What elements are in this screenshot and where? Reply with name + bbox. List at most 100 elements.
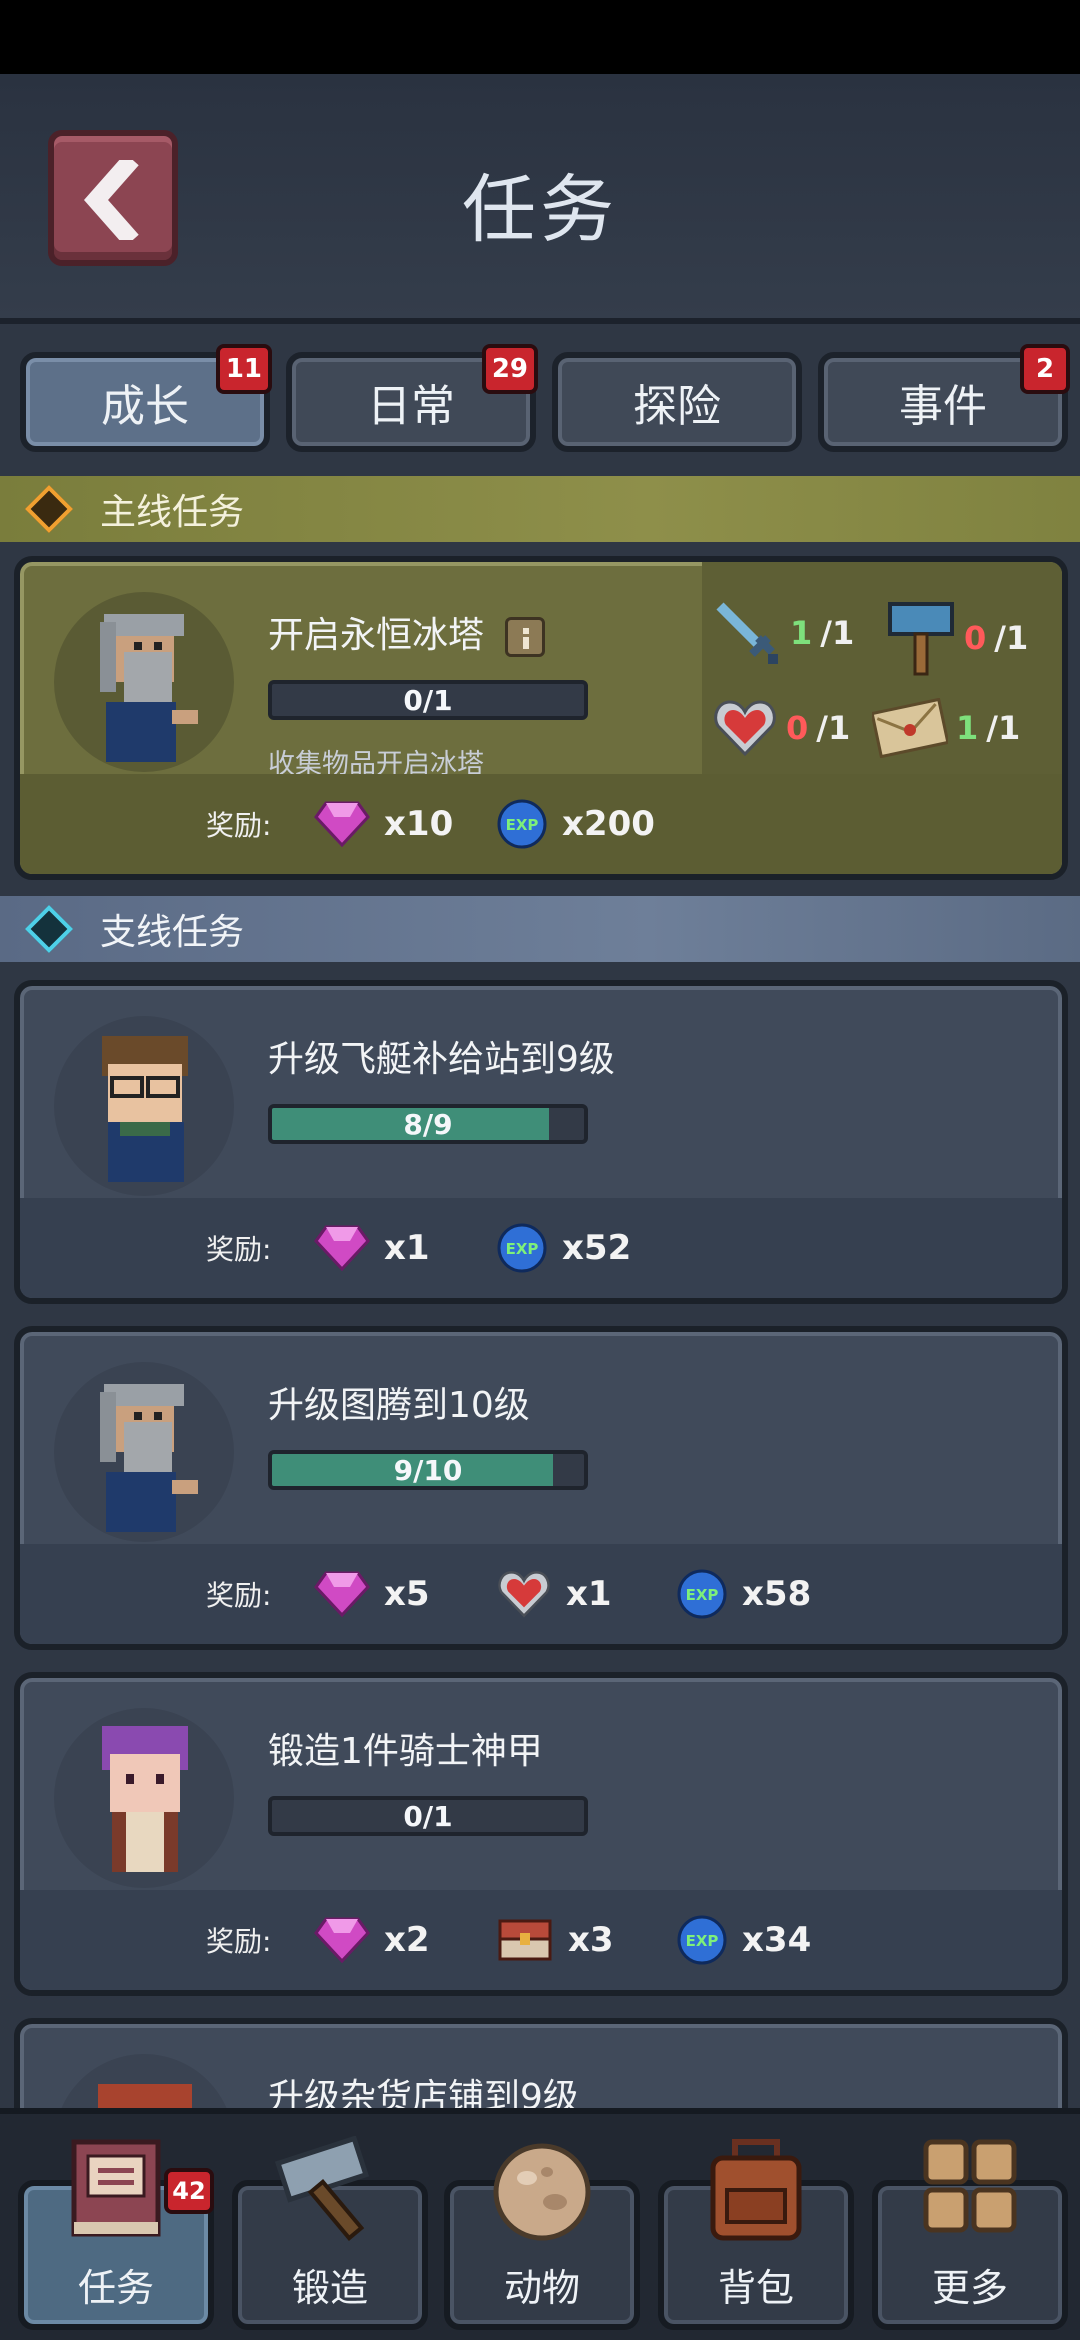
side-quest-card[interactable]: 升级图腾到10级 9/10 奖励: x5 x1 EXP x58 <box>14 1326 1068 1650</box>
tab-badge: 29 <box>481 344 538 394</box>
tab-badge: 2 <box>1020 344 1070 394</box>
reward-exp: EXP x58 <box>676 1568 811 1620</box>
requirement-need: /1 <box>986 709 1021 747</box>
sword-icon <box>716 602 778 664</box>
reward-label: 奖励: <box>206 1925 272 1958</box>
reward-chest: x3 <box>496 1917 614 1963</box>
tab-label: 事件 <box>899 381 987 432</box>
reward-gem: x1 <box>314 1225 430 1271</box>
reward-exp: EXP x52 <box>496 1222 631 1274</box>
exp-icon: EXP <box>497 1223 547 1273</box>
hammer-icon <box>888 602 954 676</box>
nav-label: 动物 <box>503 2266 580 2310</box>
nav-badge: 42 <box>164 2168 214 2214</box>
side-quest-header: 支线任务 <box>0 896 1080 962</box>
section-title: 主线任务 <box>100 492 245 533</box>
requirement-have: 1 <box>790 614 813 652</box>
requirement-heart: 0/1 <box>712 698 850 758</box>
reward-label: 奖励: <box>206 1233 272 1266</box>
requirement-envelope: 1/1 <box>872 698 1020 758</box>
main-quest-card[interactable]: 开启永恒冰塔 0/1 收集物品开启冰塔 1/1 0/1 0 /1 1 /1 奖励… <box>14 556 1068 880</box>
gem-icon <box>314 1917 370 1963</box>
nav-label: 背包 <box>717 2266 794 2310</box>
reward-amount: x10 <box>384 804 454 844</box>
nav-label: 任务 <box>77 2266 154 2310</box>
exp-icon: EXP <box>677 1569 727 1619</box>
quest-name-text: 开启永恒冰塔 <box>268 615 485 656</box>
egg-icon <box>487 2136 597 2250</box>
requirement-need: /1 <box>816 709 851 747</box>
bottom-nav: 任务 42 锻造 动物 背包 更多 <box>0 2108 1080 2340</box>
exp-icon: EXP <box>677 1915 727 1965</box>
nav-quests[interactable]: 任务 42 <box>18 2139 214 2330</box>
main-quest-header: 主线任务 <box>0 476 1080 542</box>
gem-icon <box>314 801 370 847</box>
quest-name: 升级图腾到10级 <box>268 1385 530 1426</box>
requirement-need: /1 <box>994 619 1029 657</box>
book-icon <box>66 2136 166 2246</box>
progress-text: 0/1 <box>403 683 453 717</box>
reward-amount: x2 <box>384 1920 430 1960</box>
tab-daily[interactable]: 日常 29 <box>286 344 538 452</box>
engineer-avatar <box>54 1016 234 1196</box>
tab-label: 成长 <box>101 381 189 432</box>
reward-amount: x3 <box>568 1920 614 1960</box>
nav-forge[interactable]: 锻造 <box>232 2135 428 2330</box>
reward-label: 奖励: <box>206 809 272 842</box>
svg-text:EXP: EXP <box>506 1240 539 1258</box>
quest-name: 开启永恒冰塔 <box>268 606 546 658</box>
exp-icon: EXP <box>497 799 547 849</box>
nav-label: 锻造 <box>291 2266 368 2310</box>
reward-amount: x200 <box>562 804 655 844</box>
nav-label: 更多 <box>931 2266 1008 2310</box>
wizard-avatar <box>54 592 234 772</box>
nav-more[interactable]: 更多 <box>872 2139 1068 2330</box>
wizard-avatar <box>54 1362 234 1542</box>
reward-amount: x34 <box>742 1920 812 1960</box>
reward-row: 奖励: x5 x1 EXP x58 <box>20 1544 1062 1644</box>
requirement-have: 0 <box>786 709 809 747</box>
reward-gem: x10 <box>314 801 453 847</box>
info-icon[interactable] <box>505 617 546 657</box>
nav-backpack[interactable]: 背包 <box>658 2139 854 2330</box>
heart-icon <box>714 700 776 757</box>
reward-row: 奖励: x1 EXP x52 <box>20 1198 1062 1298</box>
reward-amount: x1 <box>384 1228 430 1268</box>
svg-text:EXP: EXP <box>686 1932 719 1950</box>
tab-adventure[interactable]: 探险 <box>552 352 802 452</box>
progress-bar: 9/10 <box>268 1450 588 1490</box>
envelope-icon <box>872 698 948 758</box>
backpack-icon <box>701 2136 811 2250</box>
reward-amount: x5 <box>384 1574 430 1614</box>
heart-icon <box>498 1571 550 1618</box>
tab-label: 探险 <box>633 381 721 432</box>
requirement-have: 0 <box>964 619 987 657</box>
progress-bar: 0/1 <box>268 1796 588 1836</box>
tab-badge: 11 <box>215 344 272 394</box>
requirement-sword: 1/1 <box>712 598 854 668</box>
gem-icon <box>314 1571 370 1617</box>
reward-row: 奖励: x2 x3 EXP x34 <box>20 1890 1062 1990</box>
chest-icon <box>498 1919 552 1961</box>
progress-text: 8/9 <box>403 1107 453 1141</box>
reward-amount: x1 <box>566 1574 612 1614</box>
progress-text: 9/10 <box>393 1453 463 1487</box>
hammer-icon <box>270 2135 390 2250</box>
status-bar <box>0 0 1080 74</box>
tab-growth[interactable]: 成长 11 <box>20 344 272 452</box>
category-tabs: 成长 11 日常 29 探险 事件 2 <box>0 340 1080 460</box>
nav-animals[interactable]: 动物 <box>444 2143 640 2330</box>
reward-label: 奖励: <box>206 1579 272 1612</box>
reward-gem: x2 <box>314 1917 430 1963</box>
quest-name: 锻造1件骑士神甲 <box>268 1731 543 1772</box>
side-quest-card[interactable]: 锻造1件骑士神甲 0/1 奖励: x2 x3 EXP x34 <box>14 1672 1068 1996</box>
progress-text: 0/1 <box>403 1799 453 1833</box>
section-title: 支线任务 <box>100 912 245 953</box>
page-title: 任务 <box>462 167 618 253</box>
tab-events[interactable]: 事件 2 <box>818 344 1070 452</box>
side-quest-card[interactable]: 升级飞艇补给站到9级 8/9 奖励: x1 EXP x52 <box>14 980 1068 1304</box>
svg-text:EXP: EXP <box>506 816 539 834</box>
progress-bar: 8/9 <box>268 1104 588 1144</box>
grid-icon <box>920 2136 1020 2240</box>
requirement-need: /1 <box>820 614 855 652</box>
